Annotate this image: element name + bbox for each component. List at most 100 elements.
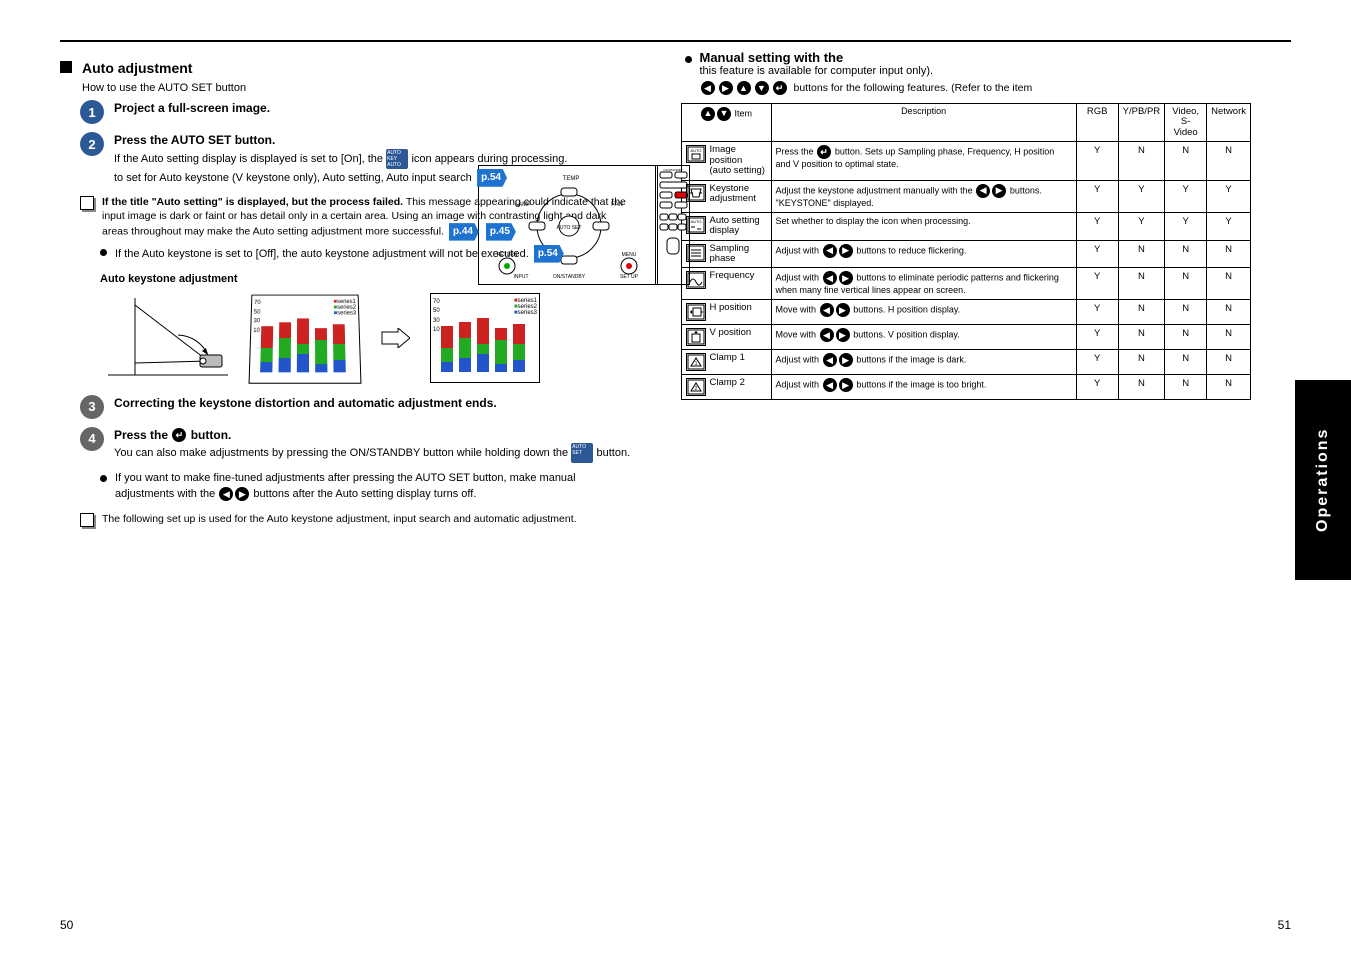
th-rgb: RGB bbox=[1076, 104, 1118, 142]
page-number-right: 51 bbox=[1278, 918, 1291, 932]
step-1: 1 Project a full-screen image. bbox=[80, 100, 631, 124]
right-title: Manual setting with the bbox=[700, 50, 844, 65]
svg-text:MENU: MENU bbox=[622, 252, 637, 258]
projector-side-view bbox=[100, 293, 230, 383]
page-subtitle: How to use the AUTO SET button bbox=[82, 82, 631, 94]
enter-icon-2 bbox=[773, 81, 787, 95]
keystone-diagram-row: 70503010 ■series1■series2■series3 705030… bbox=[100, 293, 631, 383]
bullet-dot-icon-3 bbox=[685, 56, 692, 63]
step-number-1: 1 bbox=[80, 100, 104, 124]
step-2-detail-pre: If the Auto setting display is displayed… bbox=[114, 153, 386, 165]
step-4-title-pre: Press the bbox=[114, 428, 171, 442]
right-icon-row bbox=[839, 353, 853, 367]
left-column: Auto adjustment How to use the AUTO SET … bbox=[60, 50, 631, 527]
note-setup-used: The following set up is used for the Aut… bbox=[80, 512, 631, 527]
row-support-cell: Y bbox=[1076, 300, 1118, 325]
right-icon bbox=[235, 487, 249, 501]
side-tab-operations: Operations bbox=[1295, 380, 1351, 580]
row-desc-pre: Adjust with bbox=[776, 245, 822, 255]
row-support-cell: N bbox=[1165, 142, 1207, 180]
th-ypbpr: Y/PB/PR bbox=[1118, 104, 1165, 142]
bullet-a-text: If the Auto keystone is set to [Off], th… bbox=[115, 248, 529, 260]
enter-icon bbox=[172, 428, 186, 442]
row-support-cell: Y bbox=[1076, 240, 1118, 268]
step-2-title: Press the AUTO SET button. bbox=[114, 133, 275, 147]
row-setting-icon: AUTO bbox=[686, 216, 706, 234]
row-support-cell: N bbox=[1207, 142, 1251, 180]
row-name: Frequency bbox=[710, 271, 755, 281]
table-row: Sampling phase Adjust with buttons to red… bbox=[681, 240, 1251, 268]
row-support-cell: Y bbox=[1076, 180, 1118, 212]
row-support-cell: Y bbox=[1076, 212, 1118, 240]
left-icon-row bbox=[820, 328, 834, 342]
row-setting-icon bbox=[686, 244, 706, 262]
svg-text:2: 2 bbox=[694, 386, 697, 392]
row-desc-post: buttons to reduce flickering. bbox=[856, 245, 966, 255]
row-support-cell: Y bbox=[1118, 212, 1165, 240]
left-icon-row bbox=[823, 271, 837, 285]
row-desc-post: buttons if the image is too bright. bbox=[856, 380, 986, 390]
svg-text:ON/STANDBY: ON/STANDBY bbox=[663, 168, 682, 172]
up-icon bbox=[737, 81, 751, 95]
row-setting-icon: 2 bbox=[686, 378, 706, 396]
row-name: Clamp 1 bbox=[710, 353, 745, 363]
row-support-cell: Y bbox=[1076, 375, 1118, 400]
row-support-cell: N bbox=[1207, 375, 1251, 400]
row-support-cell: Y bbox=[1118, 180, 1165, 212]
svg-text:ON/STANDBY: ON/STANDBY bbox=[553, 274, 586, 280]
row-support-cell: N bbox=[1165, 375, 1207, 400]
step-2-detail-post: icon appears during processing. bbox=[411, 153, 567, 165]
step-4-detail-pre: You can also make adjustments by pressin… bbox=[114, 448, 571, 460]
th-desc: Description bbox=[771, 104, 1076, 142]
page-number-left: 50 bbox=[60, 918, 73, 932]
page-title: Auto adjustment bbox=[82, 60, 192, 76]
step-3: 3 Correcting the keystone distortion and… bbox=[80, 395, 631, 419]
step-1-title: Project a full-screen image. bbox=[114, 101, 270, 115]
row-desc-pre: Press the bbox=[776, 147, 817, 157]
row-support-cell: Y bbox=[1076, 325, 1118, 350]
row-support-cell: N bbox=[1207, 350, 1251, 375]
row-support-cell: Y bbox=[1207, 180, 1251, 212]
right-icon-row bbox=[839, 271, 853, 285]
arrow-right-icon bbox=[380, 328, 410, 348]
enter-icon-row bbox=[817, 145, 831, 159]
row-name: Sampling phase bbox=[710, 244, 767, 265]
row-support-cell: Y bbox=[1076, 268, 1118, 300]
row-name: H position bbox=[710, 303, 752, 313]
svg-text:FAN: FAN bbox=[611, 202, 623, 208]
row-name: Clamp 2 bbox=[710, 378, 745, 388]
bullet-dot-icon-2 bbox=[100, 475, 107, 482]
svg-text:INPUT: INPUT bbox=[514, 274, 529, 280]
step-4-title-post: button. bbox=[191, 428, 232, 442]
square-bullet-icon bbox=[60, 61, 72, 73]
th-video: Video, S-Video bbox=[1165, 104, 1207, 142]
chart-after-keystone: 70503010 ■series1■series2■series3 bbox=[430, 293, 540, 383]
note-icon-2 bbox=[80, 513, 94, 527]
step-4: 4 Press the button. You can also make ad… bbox=[80, 427, 631, 464]
row-support-cell: Y bbox=[1207, 212, 1251, 240]
left-icon-row bbox=[823, 378, 837, 392]
row-support-cell: N bbox=[1118, 142, 1165, 180]
row-support-cell: N bbox=[1118, 268, 1165, 300]
table-row: AUTOAuto setting displaySet whether to d… bbox=[681, 212, 1251, 240]
bullet-auto-keystone-off: If the Auto keystone is set to [Off], th… bbox=[100, 245, 631, 263]
row-name: Image position (auto setting) bbox=[710, 145, 767, 176]
row-support-cell: N bbox=[1207, 268, 1251, 300]
row-support-cell: Y bbox=[1165, 212, 1207, 240]
row-desc-pre: Adjust with bbox=[776, 273, 822, 283]
left-icon bbox=[219, 487, 233, 501]
row-name: Auto setting display bbox=[710, 216, 767, 237]
right-sub: this feature is available for computer i… bbox=[700, 65, 1033, 77]
row-name: Keystone adjustment bbox=[710, 184, 767, 205]
right-icon-row bbox=[836, 303, 850, 317]
row-desc-pre: Move with bbox=[776, 330, 819, 340]
row-support-cell: N bbox=[1165, 325, 1207, 350]
row-setting-icon bbox=[686, 303, 706, 321]
right-icon-row bbox=[839, 378, 853, 392]
row-support-cell: Y bbox=[1165, 180, 1207, 212]
row-setting-icon: AUTO bbox=[686, 145, 706, 163]
row-setting-icon: 1 bbox=[686, 353, 706, 371]
row-support-cell: N bbox=[1165, 268, 1207, 300]
step-2-subfeatures: to set for Auto keystone (V keystone onl… bbox=[114, 172, 472, 184]
row-support-cell: N bbox=[1118, 240, 1165, 268]
